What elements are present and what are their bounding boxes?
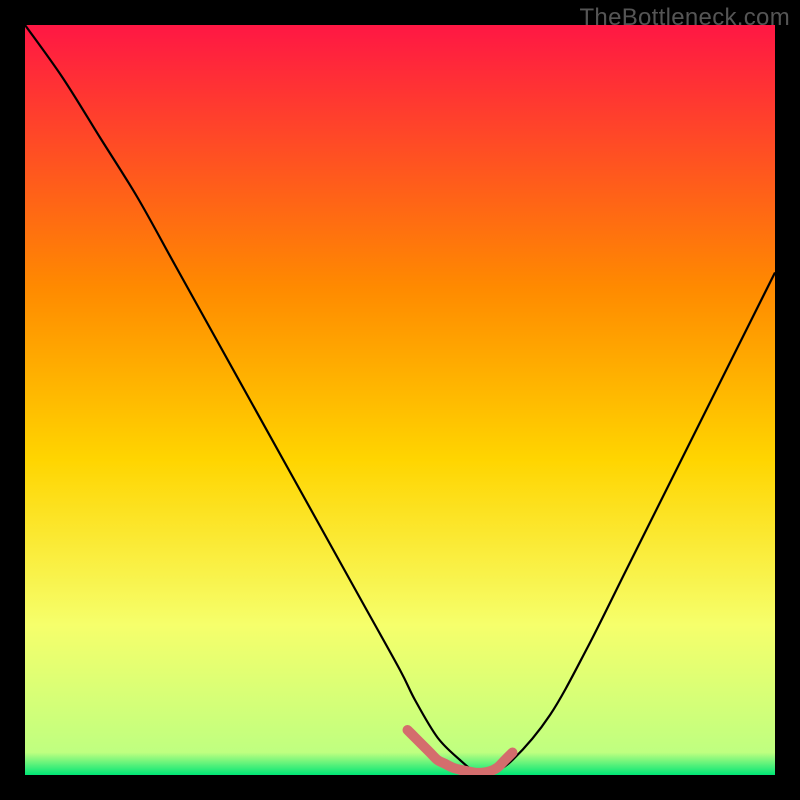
chart-frame: TheBottleneck.com	[0, 0, 800, 800]
gradient-background	[25, 25, 775, 775]
plot-area	[25, 25, 775, 775]
bottleneck-chart	[25, 25, 775, 775]
